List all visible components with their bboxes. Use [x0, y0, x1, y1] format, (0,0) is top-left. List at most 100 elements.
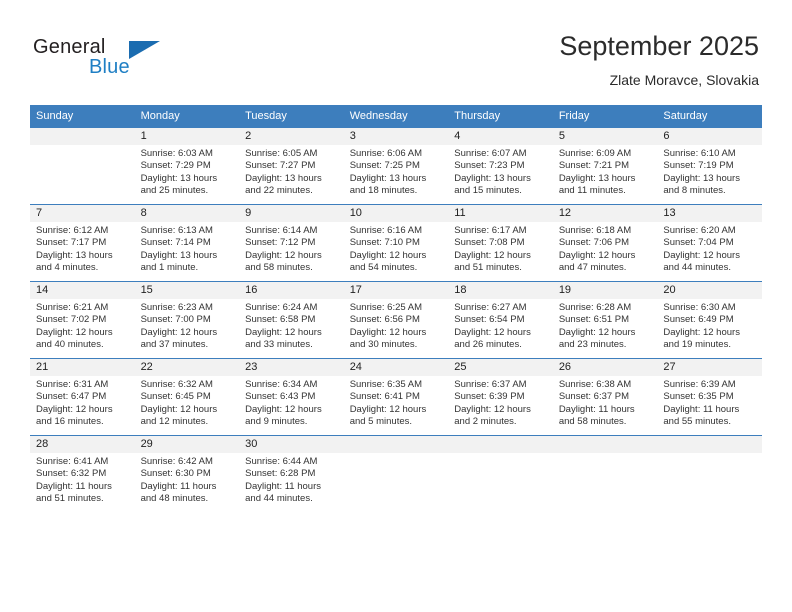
day-number: 5	[552, 128, 658, 145]
day-detail-daylight2: and 18 minutes.	[349, 184, 418, 196]
day-number: 13	[657, 205, 762, 222]
weekday-header-friday: Friday	[552, 105, 658, 128]
calendar-day-cell[interactable]: 8 Sunrise: 6:13 AM Sunset: 7:14 PM Daylight…	[134, 204, 240, 282]
calendar-week-row: 28 Sunrise: 6:41 AM Sunset: 6:32 PM Dayligh…	[30, 435, 762, 512]
calendar-day-cell[interactable]: 25 Sunrise: 6:37 AM Sunset: 6:39 PM Dayligh…	[448, 358, 553, 436]
day-detail-daylight2: and 51 minutes.	[454, 261, 522, 273]
day-detail-daylight2: and 23 minutes.	[558, 338, 627, 350]
day-details: Sunrise: 6:31 AM Sunset: 6:47 PM Daylight:…	[30, 376, 135, 428]
day-details: Sunrise: 6:39 AM Sunset: 6:35 PM Daylight:…	[657, 376, 762, 428]
triangle-logo-icon	[129, 41, 160, 59]
calendar-day-cell[interactable]: 17 Sunrise: 6:25 AM Sunset: 6:56 PM Dayligh…	[343, 281, 449, 359]
day-detail-daylight2: and 40 minutes.	[36, 338, 104, 350]
day-detail-daylight2: and 44 minutes.	[245, 492, 313, 504]
day-detail-sunrise: Sunrise: 6:13 AM	[140, 225, 213, 236]
calendar-day-cell[interactable]: 24 Sunrise: 6:35 AM Sunset: 6:41 PM Dayligh…	[343, 358, 449, 436]
calendar-day-cell[interactable]: 11 Sunrise: 6:17 AM Sunset: 7:08 PM Dayligh…	[448, 204, 553, 282]
day-detail-daylight2: and 51 minutes.	[36, 492, 104, 504]
calendar-day-cell[interactable]: 3 Sunrise: 6:06 AM Sunset: 7:25 PM Daylight…	[343, 127, 449, 205]
calendar-day-cell[interactable]: 27 Sunrise: 6:39 AM Sunset: 6:35 PM Dayligh…	[657, 358, 762, 436]
day-detail-daylight1: Daylight: 12 hours	[245, 403, 322, 415]
calendar-day-cell[interactable]: 9 Sunrise: 6:14 AM Sunset: 7:12 PM Daylight…	[239, 204, 344, 282]
day-detail-sunset: Sunset: 6:30 PM	[140, 468, 211, 480]
calendar-day-cell[interactable]: 10 Sunrise: 6:16 AM Sunset: 7:10 PM Dayligh…	[343, 204, 449, 282]
calendar-day-cell[interactable]: 21 Sunrise: 6:31 AM Sunset: 6:47 PM Dayligh…	[30, 358, 135, 436]
day-detail-sunset: Sunset: 7:14 PM	[140, 237, 211, 249]
day-number: 7	[30, 205, 135, 222]
day-detail-daylight1: Daylight: 12 hours	[245, 326, 322, 338]
calendar-day-cell[interactable]: 6 Sunrise: 6:10 AM Sunset: 7:19 PM Daylight…	[657, 127, 762, 205]
calendar-day-cell[interactable]: 29 Sunrise: 6:42 AM Sunset: 6:30 PM Dayligh…	[134, 435, 240, 512]
day-number	[552, 436, 658, 453]
calendar-day-cell[interactable]: 7 Sunrise: 6:12 AM Sunset: 7:17 PM Daylight…	[30, 204, 135, 282]
brand-logo[interactable]: General Blue	[33, 36, 263, 86]
day-detail-sunset: Sunset: 7:21 PM	[558, 160, 630, 172]
day-detail-sunset: Sunset: 7:00 PM	[140, 314, 211, 326]
day-detail-daylight2: and 1 minute.	[140, 261, 199, 273]
day-detail-sunset: Sunset: 6:58 PM	[245, 314, 316, 326]
day-detail-daylight1: Daylight: 12 hours	[663, 249, 740, 261]
calendar-day-cell[interactable]: 15 Sunrise: 6:23 AM Sunset: 7:00 PM Dayligh…	[134, 281, 240, 359]
calendar-day-cell[interactable]: 2 Sunrise: 6:05 AM Sunset: 7:27 PM Daylight…	[239, 127, 344, 205]
calendar-day-cell[interactable]: 30 Sunrise: 6:44 AM Sunset: 6:28 PM Dayligh…	[239, 435, 344, 512]
day-number: 15	[134, 282, 240, 299]
day-detail-daylight1: Daylight: 12 hours	[140, 403, 218, 415]
weekday-header-monday: Monday	[134, 105, 240, 128]
calendar-day-cell-empty	[657, 435, 762, 512]
day-detail-daylight1: Daylight: 13 hours	[245, 172, 322, 184]
day-detail-sunrise: Sunrise: 6:20 AM	[663, 225, 736, 236]
day-number	[657, 436, 762, 453]
day-details: Sunrise: 6:03 AM Sunset: 7:29 PM Daylight:…	[135, 145, 240, 197]
day-number: 4	[448, 128, 553, 145]
day-details: Sunrise: 6:21 AM Sunset: 7:02 PM Daylight:…	[30, 299, 135, 351]
day-details: Sunrise: 6:14 AM Sunset: 7:12 PM Daylight:…	[239, 222, 344, 274]
day-number: 27	[657, 359, 762, 376]
day-detail-sunset: Sunset: 7:02 PM	[36, 314, 107, 326]
calendar-day-cell[interactable]: 19 Sunrise: 6:28 AM Sunset: 6:51 PM Dayligh…	[552, 281, 658, 359]
calendar-day-cell[interactable]: 26 Sunrise: 6:38 AM Sunset: 6:37 PM Dayligh…	[552, 358, 658, 436]
calendar-day-cell[interactable]: 28 Sunrise: 6:41 AM Sunset: 6:32 PM Dayligh…	[30, 435, 135, 512]
day-detail-sunrise: Sunrise: 6:27 AM	[454, 302, 527, 313]
day-detail-sunrise: Sunrise: 6:31 AM	[36, 379, 109, 390]
calendar-day-cell[interactable]: 14 Sunrise: 6:21 AM Sunset: 7:02 PM Dayligh…	[30, 281, 135, 359]
day-detail-sunrise: Sunrise: 6:18 AM	[558, 225, 632, 236]
day-detail-daylight2: and 33 minutes.	[245, 338, 313, 350]
day-detail-daylight1: Daylight: 11 hours	[558, 403, 635, 415]
calendar-week-row: 1 Sunrise: 6:03 AM Sunset: 7:29 PM Daylight…	[30, 127, 762, 205]
day-detail-sunset: Sunset: 6:47 PM	[36, 391, 107, 403]
calendar-day-cell[interactable]: 13 Sunrise: 6:20 AM Sunset: 7:04 PM Dayligh…	[657, 204, 762, 282]
calendar-table: Sunday Monday Tuesday Wednesday Thursday…	[30, 105, 762, 512]
calendar-day-cell[interactable]: 12 Sunrise: 6:18 AM Sunset: 7:06 PM Dayligh…	[552, 204, 658, 282]
calendar-day-cell[interactable]: 5 Sunrise: 6:09 AM Sunset: 7:21 PM Daylight…	[552, 127, 658, 205]
day-detail-daylight2: and 8 minutes.	[663, 184, 726, 196]
calendar-day-cell[interactable]: 1 Sunrise: 6:03 AM Sunset: 7:29 PM Daylight…	[134, 127, 240, 205]
calendar-day-cell[interactable]: 20 Sunrise: 6:30 AM Sunset: 6:49 PM Dayligh…	[657, 281, 762, 359]
calendar-day-cell[interactable]: 22 Sunrise: 6:32 AM Sunset: 6:45 PM Dayligh…	[134, 358, 240, 436]
day-detail-sunrise: Sunrise: 6:44 AM	[245, 456, 318, 467]
day-details: Sunrise: 6:06 AM Sunset: 7:25 PM Daylight:…	[344, 145, 449, 197]
day-detail-sunrise: Sunrise: 6:06 AM	[349, 148, 423, 159]
page-subtitle: Zlate Moravce, Slovakia	[609, 72, 759, 88]
day-detail-daylight1: Daylight: 12 hours	[558, 249, 636, 261]
calendar-day-cell[interactable]: 23 Sunrise: 6:34 AM Sunset: 6:43 PM Dayligh…	[239, 358, 344, 436]
day-details: Sunrise: 6:09 AM Sunset: 7:21 PM Daylight:…	[553, 145, 658, 197]
day-detail-daylight1: Daylight: 13 hours	[349, 172, 427, 184]
day-details: Sunrise: 6:41 AM Sunset: 6:32 PM Daylight:…	[30, 453, 135, 505]
day-details: Sunrise: 6:18 AM Sunset: 7:06 PM Daylight:…	[553, 222, 658, 274]
day-detail-sunset: Sunset: 7:04 PM	[663, 237, 734, 249]
day-detail-sunset: Sunset: 6:37 PM	[558, 391, 630, 403]
day-details: Sunrise: 6:34 AM Sunset: 6:43 PM Daylight:…	[239, 376, 344, 428]
calendar-day-cell[interactable]: 18 Sunrise: 6:27 AM Sunset: 6:54 PM Dayligh…	[448, 281, 553, 359]
day-number: 29	[134, 436, 240, 453]
day-detail-daylight1: Daylight: 12 hours	[140, 326, 218, 338]
day-detail-daylight2: and 15 minutes.	[454, 184, 522, 196]
day-number: 14	[30, 282, 135, 299]
weekday-header-tuesday: Tuesday	[239, 105, 344, 128]
day-detail-sunrise: Sunrise: 6:21 AM	[36, 302, 109, 313]
day-number	[343, 436, 449, 453]
day-details: Sunrise: 6:17 AM Sunset: 7:08 PM Daylight:…	[448, 222, 553, 274]
day-detail-sunrise: Sunrise: 6:39 AM	[663, 379, 736, 390]
calendar-day-cell[interactable]: 4 Sunrise: 6:07 AM Sunset: 7:23 PM Daylight…	[448, 127, 553, 205]
calendar-day-cell[interactable]: 16 Sunrise: 6:24 AM Sunset: 6:58 PM Dayligh…	[239, 281, 344, 359]
day-detail-daylight1: Daylight: 12 hours	[454, 326, 531, 338]
